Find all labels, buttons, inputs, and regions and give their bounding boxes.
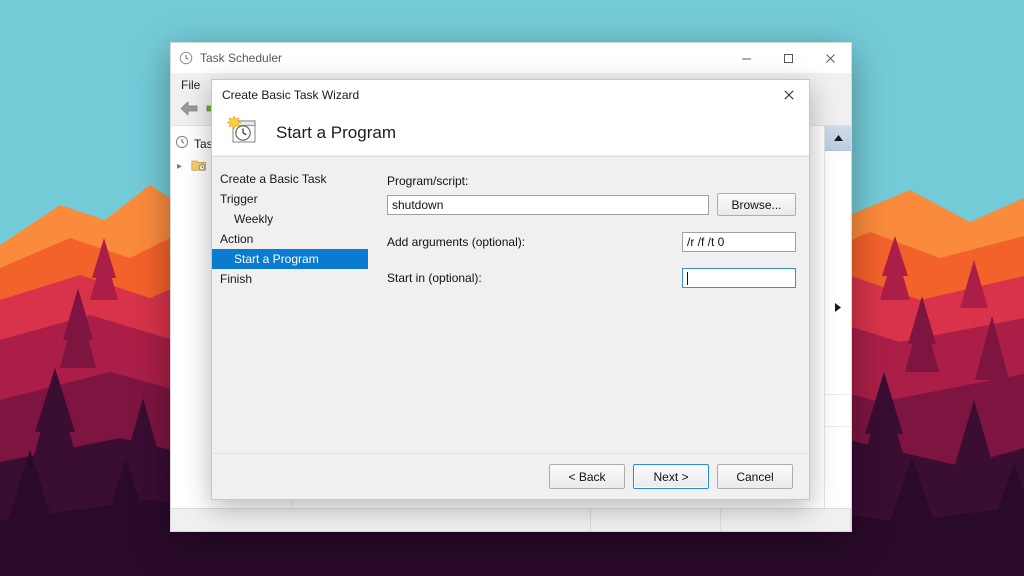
add-arguments-input[interactable]: /r /f /t 0: [682, 232, 796, 252]
wizard-footer: < Back Next > Cancel: [212, 453, 809, 499]
desktop: Task Scheduler File Task ▸ Create Basic …: [0, 0, 1024, 576]
task-scheduler-actions-pane: [824, 126, 851, 508]
nav-step-trigger[interactable]: Trigger: [212, 189, 379, 209]
status-cell-2: [591, 509, 722, 531]
maximize-button[interactable]: [767, 43, 809, 73]
task-scheduler-icon: [179, 51, 193, 65]
add-arguments-row: Add arguments (optional): /r /f /t 0: [387, 232, 796, 252]
text-caret: [687, 271, 688, 285]
status-cell-3: [721, 509, 851, 531]
start-in-input[interactable]: [682, 268, 796, 288]
wizard-form: Program/script: shutdown Browse... Add a…: [379, 157, 818, 453]
task-scheduler-statusbar: [171, 508, 851, 531]
wizard-titlebar[interactable]: Create Basic Task Wizard: [212, 80, 809, 110]
titlebar-left: Task Scheduler: [171, 51, 725, 65]
chevron-right-icon[interactable]: ▸: [177, 161, 186, 172]
wizard-header-title: Start a Program: [276, 122, 396, 142]
nav-step-label: Create a Basic Task: [220, 172, 327, 186]
back-button[interactable]: < Back: [549, 464, 625, 489]
window-controls: [725, 43, 851, 73]
nav-step-action[interactable]: Action: [212, 229, 379, 249]
scroll-up-button[interactable]: [825, 126, 851, 151]
expand-arrow-icon[interactable]: [825, 302, 851, 313]
wizard-title: Create Basic Task Wizard: [222, 88, 360, 102]
task-scheduler-icon: [226, 115, 260, 150]
task-scheduler-titlebar[interactable]: Task Scheduler: [171, 43, 851, 73]
program-script-row: shutdown Browse...: [387, 193, 796, 216]
nav-step-finish[interactable]: Finish: [212, 269, 379, 289]
clock-icon: [175, 135, 189, 152]
next-button[interactable]: Next >: [633, 464, 709, 489]
nav-step-create-a-basic-task[interactable]: Create a Basic Task: [212, 169, 379, 189]
task-scheduler-title: Task Scheduler: [200, 51, 283, 65]
nav-step-weekly[interactable]: Weekly: [212, 209, 379, 229]
create-basic-task-wizard-dialog: Create Basic Task Wizard Start a Program…: [211, 79, 810, 500]
pane-divider: [825, 426, 851, 427]
nav-step-label: Action: [220, 232, 254, 246]
start-in-label: Start in (optional):: [387, 271, 482, 285]
start-in-row: Start in (optional):: [387, 268, 796, 288]
nav-step-label: Weekly: [234, 212, 274, 226]
nav-step-label: Trigger: [220, 192, 258, 206]
minimize-button[interactable]: [725, 43, 767, 73]
nav-step-start-a-program[interactable]: Start a Program: [212, 249, 368, 269]
wizard-content: Create a Basic Task Trigger Weekly Actio…: [212, 156, 809, 453]
add-arguments-label: Add arguments (optional):: [387, 235, 526, 249]
folder-clock-icon: [191, 158, 207, 175]
nav-step-label: Start a Program: [234, 252, 319, 266]
nav-step-label: Finish: [220, 272, 253, 286]
cancel-button[interactable]: Cancel: [717, 464, 793, 489]
close-button[interactable]: [809, 43, 851, 73]
back-arrow-icon[interactable]: [179, 100, 199, 122]
wizard-close-button[interactable]: [769, 80, 809, 110]
pane-divider: [825, 394, 851, 395]
browse-button[interactable]: Browse...: [717, 193, 796, 216]
menu-item-file[interactable]: File: [181, 78, 200, 92]
program-script-input[interactable]: shutdown: [387, 194, 709, 215]
wizard-header: Start a Program: [212, 110, 809, 156]
status-cell-main: [171, 509, 591, 531]
wizard-step-nav: Create a Basic Task Trigger Weekly Actio…: [212, 157, 379, 453]
program-script-label: Program/script:: [387, 174, 469, 188]
